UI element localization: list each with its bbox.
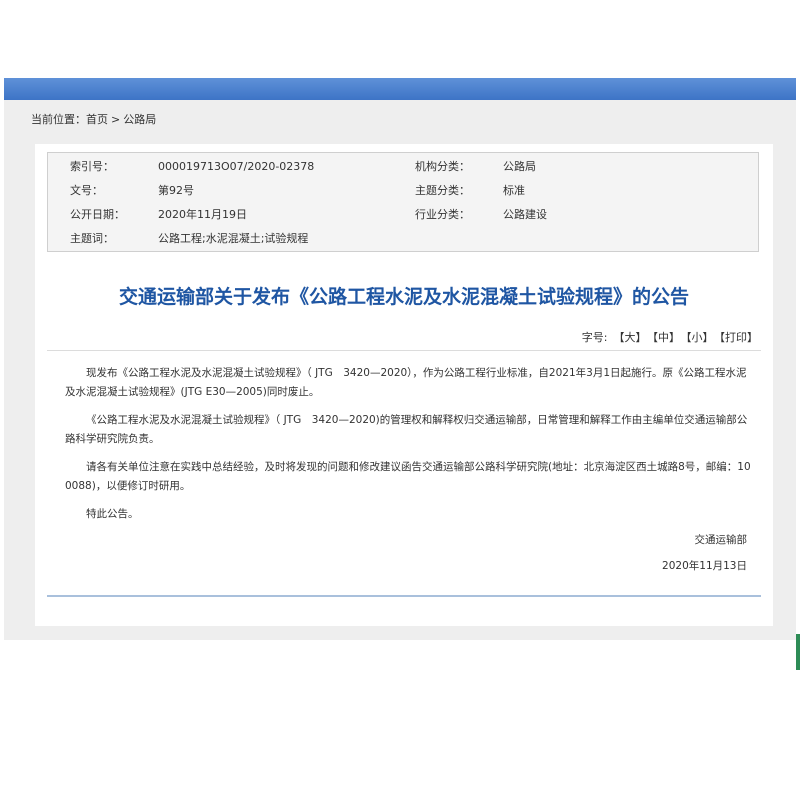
- doc-number-label: 文号：: [70, 184, 103, 197]
- breadcrumb-prefix: 当前位置：: [31, 113, 86, 126]
- top-header-bar: [4, 78, 796, 100]
- meta-row-keywords: 主题词： 公路工程;水泥混凝土;试验规程: [48, 227, 758, 251]
- font-small-button[interactable]: 【小】: [686, 331, 714, 344]
- org-category-label: 机构分类：: [415, 160, 470, 173]
- document-metadata-box: 索引号： 000019713O07/2020-02378 机构分类： 公路局 文…: [47, 152, 759, 252]
- breadcrumb: 当前位置：首页 > 公路局: [31, 112, 156, 128]
- org-category-value: 公路局: [503, 160, 536, 173]
- font-size-label: 字号:: [581, 331, 608, 344]
- industry-category-label: 行业分类：: [415, 208, 470, 221]
- keywords-value: 公路工程;水泥混凝土;试验规程: [158, 232, 309, 245]
- side-accent: [796, 634, 800, 670]
- article-body: 现发布《公路工程水泥及水泥混凝土试验规程》（ JTG 3420—2020），作为…: [65, 364, 755, 533]
- breadcrumb-current-link[interactable]: 公路局: [123, 113, 156, 126]
- article-title: 交通运输部关于发布《公路工程水泥及水泥混凝土试验规程》的公告: [118, 286, 689, 308]
- meta-row-index: 索引号： 000019713O07/2020-02378 机构分类： 公路局: [48, 155, 758, 179]
- index-label: 索引号：: [70, 160, 114, 173]
- article-paragraph: 请各有关单位注意在实践中总结经验，及时将发现的问题和修改建议函告交通运输部公路科…: [65, 461, 751, 492]
- industry-category-value: 公路建设: [503, 208, 547, 221]
- signature-organization: 交通运输部: [694, 534, 748, 546]
- publish-date-value: 2020年11月19日: [158, 208, 247, 221]
- breadcrumb-home-link[interactable]: 首页: [86, 113, 108, 126]
- topic-category-label: 主题分类：: [415, 184, 470, 197]
- keywords-label: 主题词：: [70, 232, 114, 245]
- index-value: 000019713O07/2020-02378: [158, 160, 315, 173]
- divider-top: [47, 350, 761, 351]
- breadcrumb-separator: >: [111, 113, 121, 126]
- font-large-button[interactable]: 【大】: [614, 331, 647, 344]
- font-size-toolbar: 字号: 【大】 【中】 【小】 【打印】: [582, 330, 758, 346]
- article-paragraph: 特此公告。: [86, 508, 139, 520]
- article-paragraph: 现发布《公路工程水泥及水泥混凝土试验规程》（ JTG 3420—2020），作为…: [65, 367, 747, 398]
- content-panel: 索引号： 000019713O07/2020-02378 机构分类： 公路局 文…: [35, 144, 773, 626]
- signature-date: 2020年11月13日: [662, 560, 747, 572]
- topic-category-value: 标准: [503, 184, 525, 197]
- divider-bottom: [47, 595, 761, 597]
- publish-date-label: 公开日期：: [70, 208, 125, 221]
- meta-row-docno: 文号： 第92号 主题分类： 标准: [48, 179, 758, 203]
- print-button[interactable]: 【打印】: [720, 331, 759, 344]
- doc-number-value: 第92号: [158, 184, 194, 197]
- article-paragraph: 《公路工程水泥及水泥混凝土试验规程》（ JTG 3420—2020)的管理权和解…: [65, 414, 748, 445]
- font-medium-button[interactable]: 【中】: [653, 331, 681, 344]
- meta-row-date: 公开日期： 2020年11月19日 行业分类： 公路建设: [48, 203, 758, 227]
